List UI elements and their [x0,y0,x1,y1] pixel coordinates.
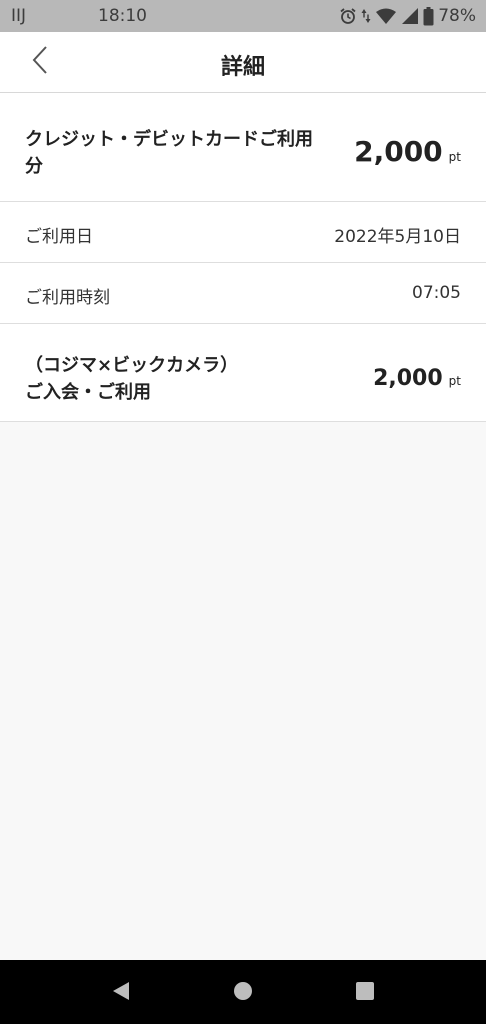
item-points: 2,000 pt [373,366,461,391]
summary-row: クレジット・デビットカードご利用分 2,000 pt [0,93,486,202]
summary-points-unit: pt [448,150,461,164]
status-clock: 18:10 [98,6,147,26]
summary-points-value: 2,000 [354,135,443,168]
status-icons: 78% [339,6,476,26]
nav-recents-button[interactable] [350,978,380,1008]
battery-percent: 78% [438,6,476,26]
back-triangle-icon [110,980,132,1006]
item-row: （コジマ×ビックカメラ）ご入会・ご利用 2,000 pt [0,324,486,422]
battery-icon [423,6,434,26]
item-points-value: 2,000 [373,366,443,391]
carrier-label: IIJ [11,6,27,26]
usage-time-row: ご利用時刻 07:05 [0,263,486,324]
data-arrows-icon [361,7,371,25]
usage-date-row: ご利用日 2022年5月10日 [0,202,486,263]
detail-list: クレジット・デビットカードご利用分 2,000 pt ご利用日 2022年5月10… [0,93,486,422]
status-bar: IIJ 18:10 78% [0,0,486,32]
item-points-unit: pt [448,374,461,388]
usage-time-label: ご利用時刻 [25,288,110,308]
home-circle-icon [232,980,254,1006]
page-title: 詳細 [220,55,265,80]
usage-date-label: ご利用日 [25,227,93,247]
recents-square-icon [354,980,376,1006]
usage-time-value: 07:05 [412,283,461,303]
nav-back-button[interactable] [106,978,136,1008]
system-nav-bar [0,960,486,1024]
header-bar: 詳細 [0,32,486,93]
summary-label: クレジット・デビットカードご利用分 [25,129,313,177]
usage-date-value: 2022年5月10日 [334,227,461,247]
alarm-icon [339,7,357,25]
signal-icon [401,7,419,25]
summary-points: 2,000 pt [354,135,461,168]
nav-home-button[interactable] [228,978,258,1008]
wifi-icon [375,7,397,25]
item-label: （コジマ×ビックカメラ）ご入会・ご利用 [25,355,239,403]
